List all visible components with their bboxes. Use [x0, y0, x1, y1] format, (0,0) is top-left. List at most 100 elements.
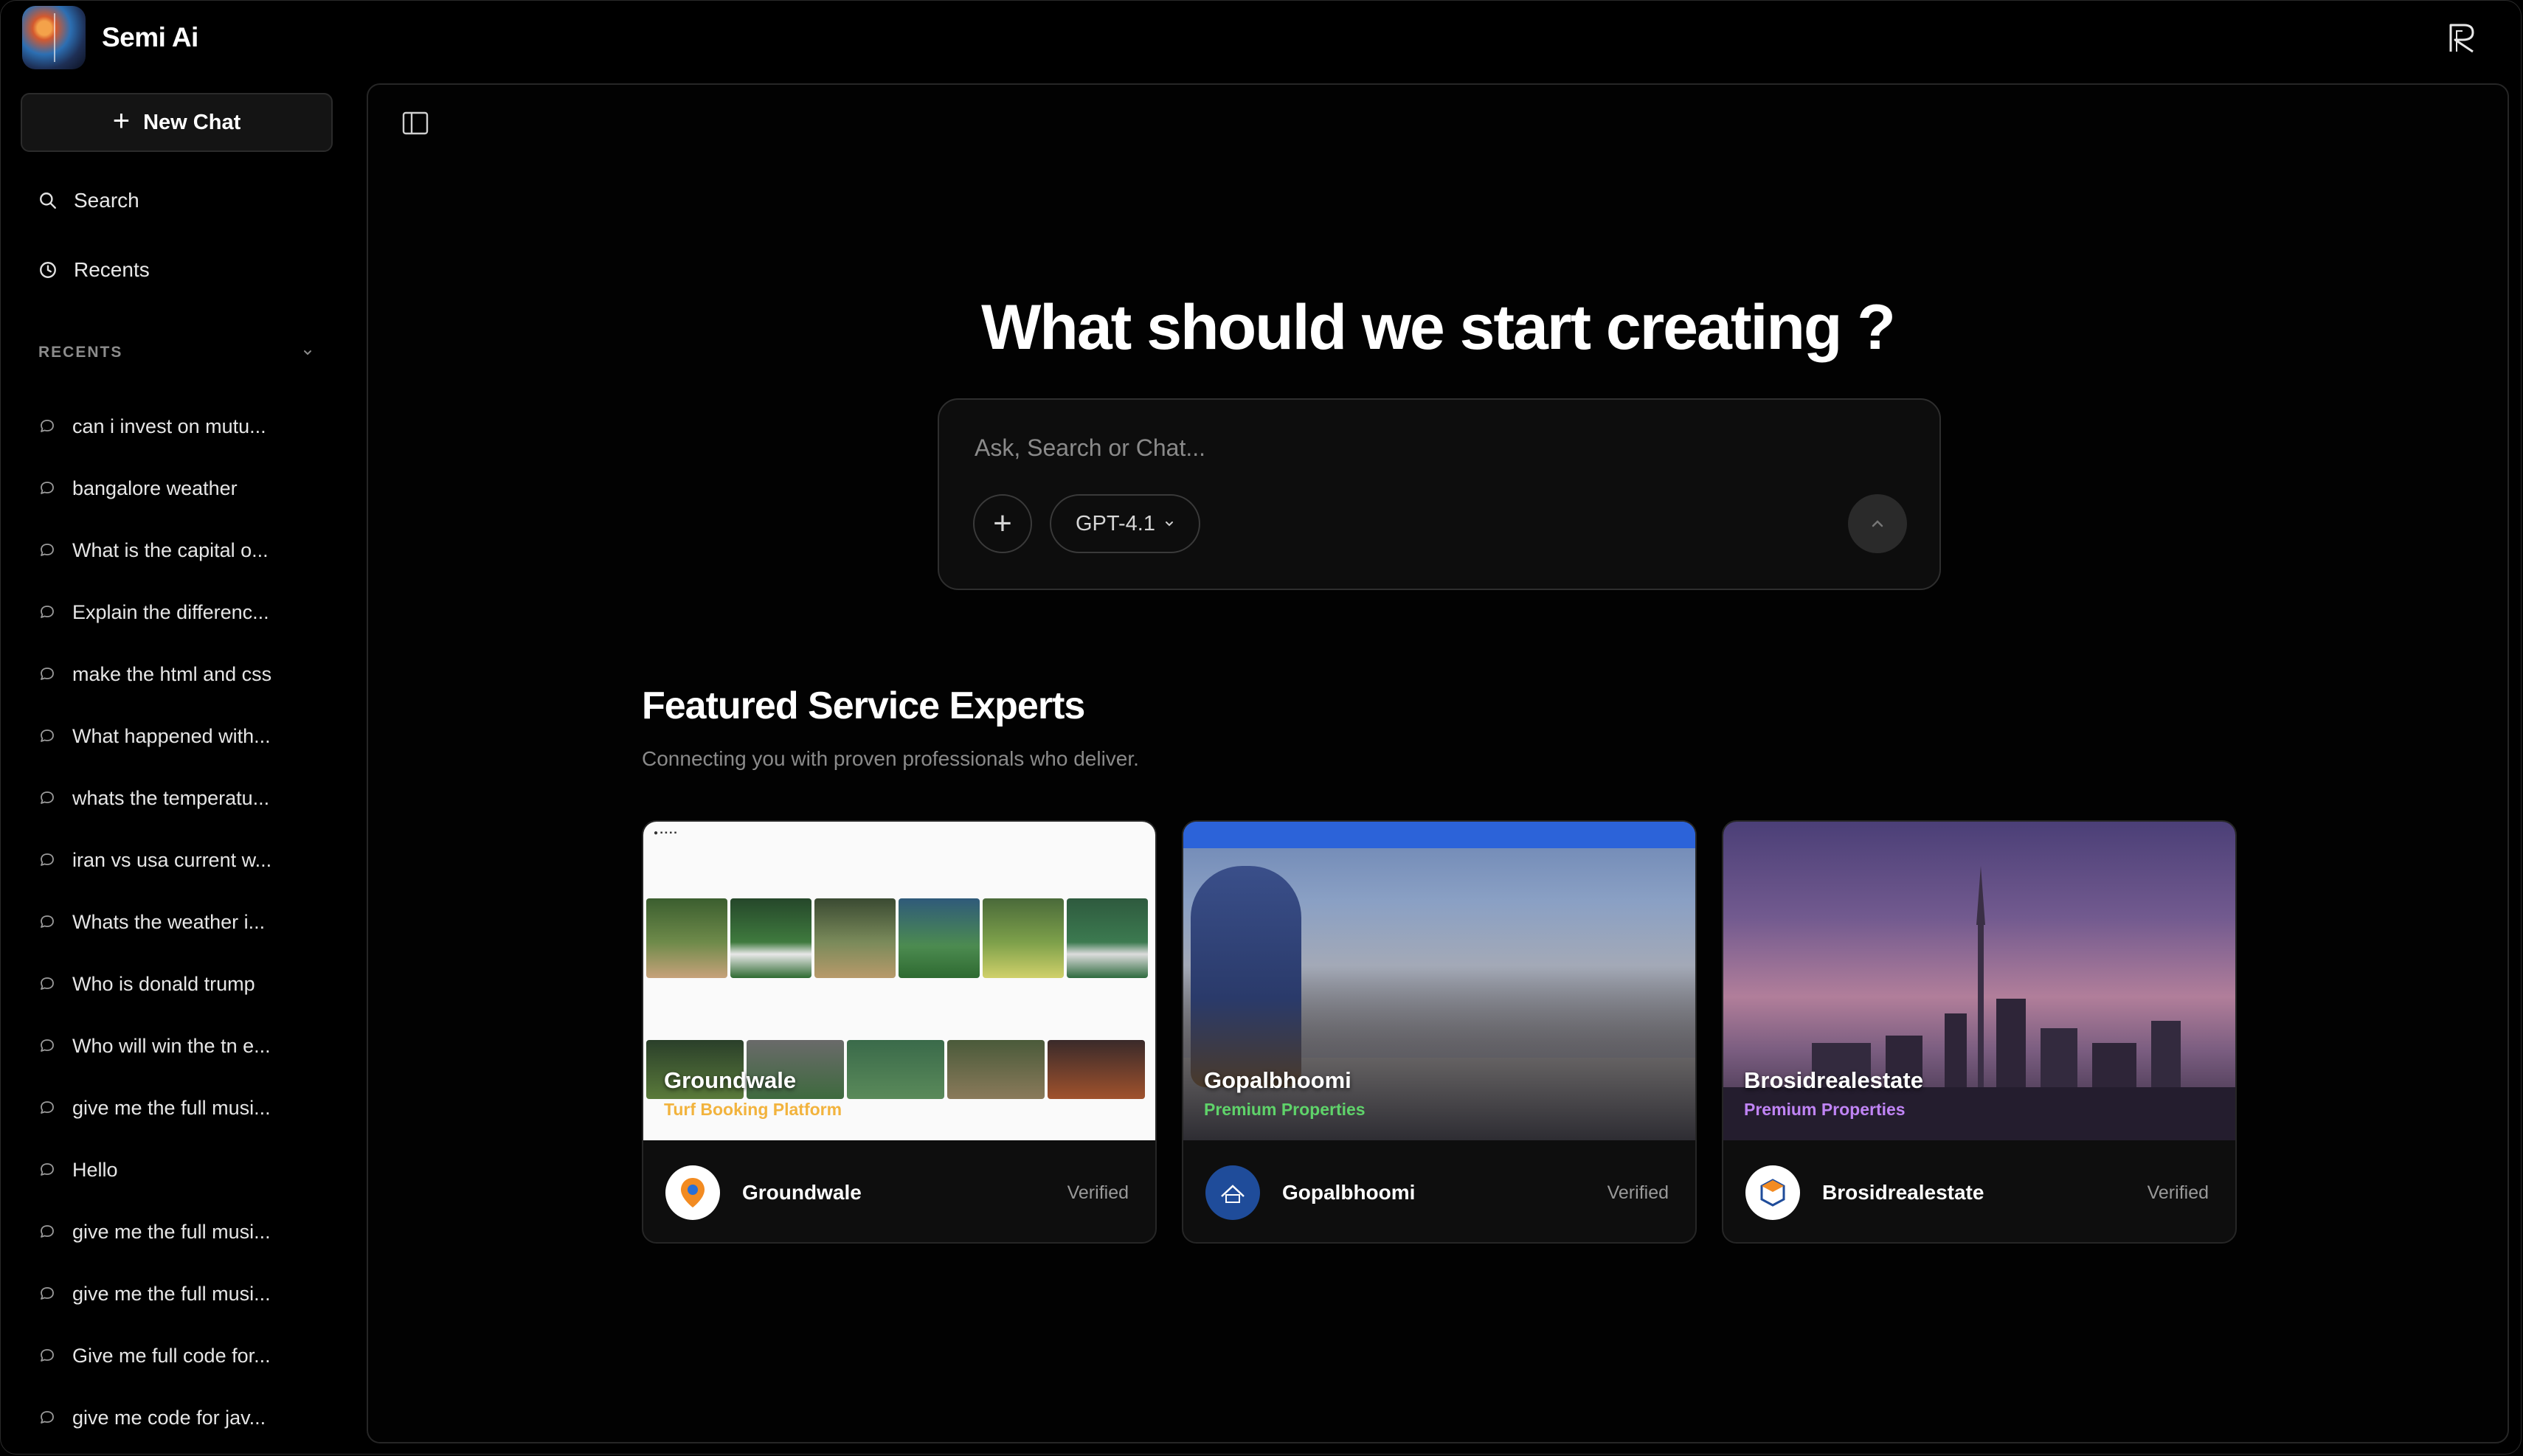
recent-chat-label: Give me full code for...	[72, 1344, 271, 1367]
badminton-tile	[1067, 898, 1148, 978]
recent-chat-label: make the html and css	[72, 662, 272, 685]
card-tag: Premium Properties	[1204, 1100, 1366, 1119]
recent-chat-item[interactable]: Give me full code for...	[38, 1325, 319, 1387]
recent-chat-item[interactable]: What is the capital o...	[38, 519, 319, 581]
recent-chat-label: Explain the differenc...	[72, 600, 269, 623]
card-title: Gopalbhoomi	[1204, 1067, 1352, 1093]
plus-icon: +	[112, 105, 131, 137]
thumbnail-nav: ● ▪ ▪ ▪ ▪	[654, 829, 677, 837]
avatar	[665, 1165, 720, 1220]
sidebar-recents[interactable]: Recents	[38, 258, 150, 282]
chevron-down-icon	[1166, 521, 1173, 527]
recent-chat-label: can i invest on mutu...	[72, 415, 266, 437]
card-name: Groundwale	[742, 1181, 862, 1204]
model-selector[interactable]: GPT-4.1	[1050, 494, 1200, 553]
chat-bubble-icon	[41, 606, 54, 618]
recent-chat-label: Whats the weather i...	[72, 910, 266, 933]
chat-bubble-icon	[41, 1225, 54, 1238]
recent-chat-item[interactable]: Who is donald trump	[38, 953, 319, 1015]
recent-chats-list: can i invest on mutu... bangalore weather…	[38, 395, 319, 1449]
recent-chat-label: Hello	[72, 1158, 118, 1181]
attach-button[interactable]: +	[973, 494, 1032, 553]
recent-chat-label: give me the full musi...	[72, 1220, 271, 1243]
expert-card[interactable]: ● ▪ ▪ ▪ ▪ Groundwale Turf Booking Platfo…	[642, 820, 1157, 1244]
featured-cards: ● ▪ ▪ ▪ ▪ Groundwale Turf Booking Platfo…	[642, 820, 2237, 1244]
recent-chat-item[interactable]: give me the full musi...	[38, 1077, 319, 1139]
featured-subtitle: Connecting you with proven professionals…	[642, 747, 1139, 770]
turf-tile	[947, 1040, 1045, 1099]
recent-chat-item[interactable]: iran vs usa current w...	[38, 829, 319, 891]
chat-bubble-icon	[41, 915, 54, 928]
sidebar-search[interactable]: Search	[38, 189, 139, 212]
chat-bubble-icon	[41, 853, 54, 866]
card-footer: Groundwale Verified	[643, 1140, 1155, 1242]
sidebar-toggle-icon[interactable]	[401, 108, 430, 138]
chat-bubble-icon	[41, 977, 54, 990]
brain-logo-icon	[22, 6, 86, 69]
recents-label: Recents	[74, 258, 150, 281]
recent-chat-item[interactable]: give me the full musi...	[38, 1263, 319, 1325]
card-thumbnail: ● ▪ ▪ ▪ ▪ Groundwale Turf Booking Platfo…	[643, 822, 1155, 1140]
chat-bubble-icon	[41, 420, 54, 432]
recent-chat-item[interactable]: Who will win the tn e...	[38, 1015, 319, 1077]
status-badge: Verified	[1607, 1182, 1669, 1203]
chat-bubble-icon	[41, 1287, 54, 1300]
recent-chat-label: Who will win the tn e...	[72, 1034, 271, 1057]
app-name: Semi Ai	[102, 22, 198, 52]
recent-chat-item[interactable]: Explain the differenc...	[38, 581, 319, 643]
recent-chat-item[interactable]: give me the full musi...	[38, 1201, 319, 1263]
house-logo-icon	[1221, 1185, 1245, 1203]
chat-bubble-icon	[41, 668, 54, 680]
figure-illustration	[1191, 866, 1301, 1087]
thumbnail-nav	[1183, 822, 1695, 848]
plus-icon: +	[993, 505, 1012, 541]
chevron-down-icon[interactable]	[302, 347, 313, 358]
search-icon	[40, 193, 56, 209]
send-button[interactable]	[1848, 494, 1907, 553]
chat-input[interactable]	[973, 434, 1861, 462]
recent-chat-item[interactable]: make the html and css	[38, 643, 319, 705]
card-overlay: Brosidrealestate Premium Properties	[1744, 1067, 1923, 1120]
card-footer: Brosidrealestate Verified	[1723, 1140, 2235, 1242]
chat-bubble-icon	[41, 1039, 54, 1052]
recent-chat-item[interactable]: can i invest on mutu...	[38, 395, 319, 457]
avatar	[1205, 1165, 1260, 1220]
pickleball-tile	[983, 898, 1064, 978]
recent-chat-label: What is the capital o...	[72, 538, 269, 561]
recent-chat-item[interactable]: give me code for jav...	[38, 1387, 319, 1449]
page-title: What should we start creating ?	[981, 292, 1896, 363]
recent-chat-item[interactable]: whats the temperatu...	[38, 767, 319, 829]
card-thumbnail: Gopalbhoomi Premium Properties	[1183, 822, 1695, 1140]
recent-chat-label: give me code for jav...	[72, 1406, 266, 1429]
recent-chat-item[interactable]: Hello	[38, 1139, 319, 1201]
featured-title: Featured Service Experts	[642, 684, 1085, 727]
expert-card[interactable]: Gopalbhoomi Premium Properties Gopalbhoo…	[1182, 820, 1697, 1244]
card-overlay: Groundwale Turf Booking Platform	[664, 1067, 842, 1120]
expert-card[interactable]: Brosidrealestate Premium Properties Bros…	[1722, 820, 2237, 1244]
r-logo-icon[interactable]	[2445, 21, 2479, 55]
recents-section-header[interactable]: RECENTS	[38, 344, 313, 361]
brand[interactable]: Semi Ai	[22, 6, 198, 69]
new-chat-button[interactable]: + New Chat	[21, 93, 333, 152]
card-tag: Premium Properties	[1744, 1100, 1906, 1119]
recent-chat-label: give me the full musi...	[72, 1282, 271, 1305]
chat-bubble-icon	[41, 482, 54, 494]
chat-bubble-icon	[41, 791, 54, 804]
chat-bubble-icon	[41, 544, 54, 556]
turf-tile	[1048, 1040, 1145, 1099]
status-badge: Verified	[2147, 1182, 2209, 1203]
recent-chat-label: give me the full musi...	[72, 1096, 271, 1119]
recent-chat-item[interactable]: bangalore weather	[38, 457, 319, 519]
chat-bubble-icon	[41, 1349, 54, 1362]
cricket-tile	[814, 898, 896, 978]
chat-composer: + GPT-4.1	[938, 398, 1941, 590]
recent-chat-item[interactable]: What happened with...	[38, 705, 319, 767]
main-panel: What should we start creating ? + GPT-4.…	[367, 83, 2509, 1443]
recent-chat-label: Who is donald trump	[72, 972, 255, 995]
recent-chat-label: whats the temperatu...	[72, 786, 270, 809]
recent-chat-label: What happened with...	[72, 724, 271, 747]
tennis-tile	[899, 898, 980, 978]
recent-chat-label: bangalore weather	[72, 476, 238, 499]
recent-chat-item[interactable]: Whats the weather i...	[38, 891, 319, 953]
turf-tile	[847, 1040, 944, 1099]
